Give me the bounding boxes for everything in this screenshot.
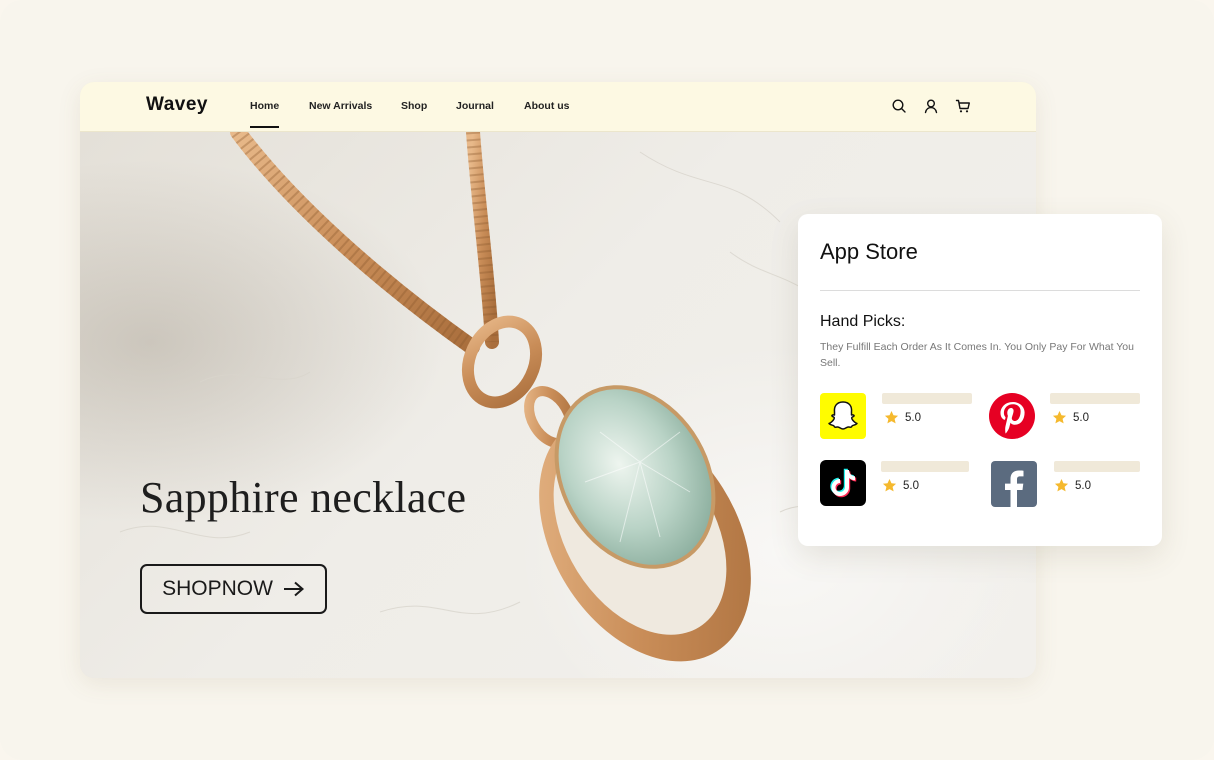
navbar: Wavey Home New Arrivals Shop Journal Abo…: [80, 82, 1036, 132]
nav-link-shop[interactable]: Shop: [401, 100, 427, 130]
facebook-icon[interactable]: [991, 461, 1037, 507]
rating: 5.0: [884, 410, 921, 425]
star-icon: [884, 410, 899, 424]
nav-link-home[interactable]: Home: [250, 100, 280, 130]
user-icon[interactable]: [923, 98, 939, 114]
nav-link-about-us[interactable]: About us: [524, 100, 570, 130]
star-icon: [1054, 478, 1069, 492]
placeholder-bar: [881, 461, 969, 472]
placeholder-bar: [1054, 461, 1140, 472]
hero-title: Sapphire necklace: [140, 473, 467, 522]
hand-picks-description: They Fulfill Each Order As It Comes In. …: [820, 341, 1134, 369]
hand-picks-heading: Hand Picks:: [820, 313, 906, 330]
placeholder-bar: [882, 393, 972, 404]
rating-value: 5.0: [1073, 411, 1089, 424]
tiktok-icon[interactable]: [820, 460, 866, 506]
placeholder-bar: [1050, 393, 1140, 404]
app-store-card: App Store Hand Picks: They Fulfill Each …: [798, 214, 1162, 546]
shop-now-label: SHOPNOW: [162, 577, 273, 600]
rating-value: 5.0: [905, 411, 921, 424]
snapchat-icon[interactable]: [820, 393, 866, 439]
search-icon[interactable]: [891, 98, 907, 114]
nav-link-new-arrivals[interactable]: New Arrivals: [309, 100, 372, 130]
star-icon: [1052, 410, 1067, 424]
star-icon: [882, 478, 897, 492]
app-store-title: App Store: [820, 239, 918, 264]
rating-value: 5.0: [903, 479, 919, 492]
cart-icon[interactable]: [955, 98, 971, 114]
nav-link-journal[interactable]: Journal: [456, 100, 494, 130]
divider: [820, 290, 1140, 291]
rating: 5.0: [882, 478, 919, 493]
shop-now-button[interactable]: SHOPNOW: [140, 564, 327, 614]
rating: 5.0: [1054, 478, 1091, 493]
rating: 5.0: [1052, 410, 1089, 425]
arrow-right-icon: [283, 581, 304, 597]
rating-value: 5.0: [1075, 479, 1091, 492]
brand-logo[interactable]: Wavey: [146, 94, 208, 116]
pinterest-icon[interactable]: [989, 393, 1035, 439]
